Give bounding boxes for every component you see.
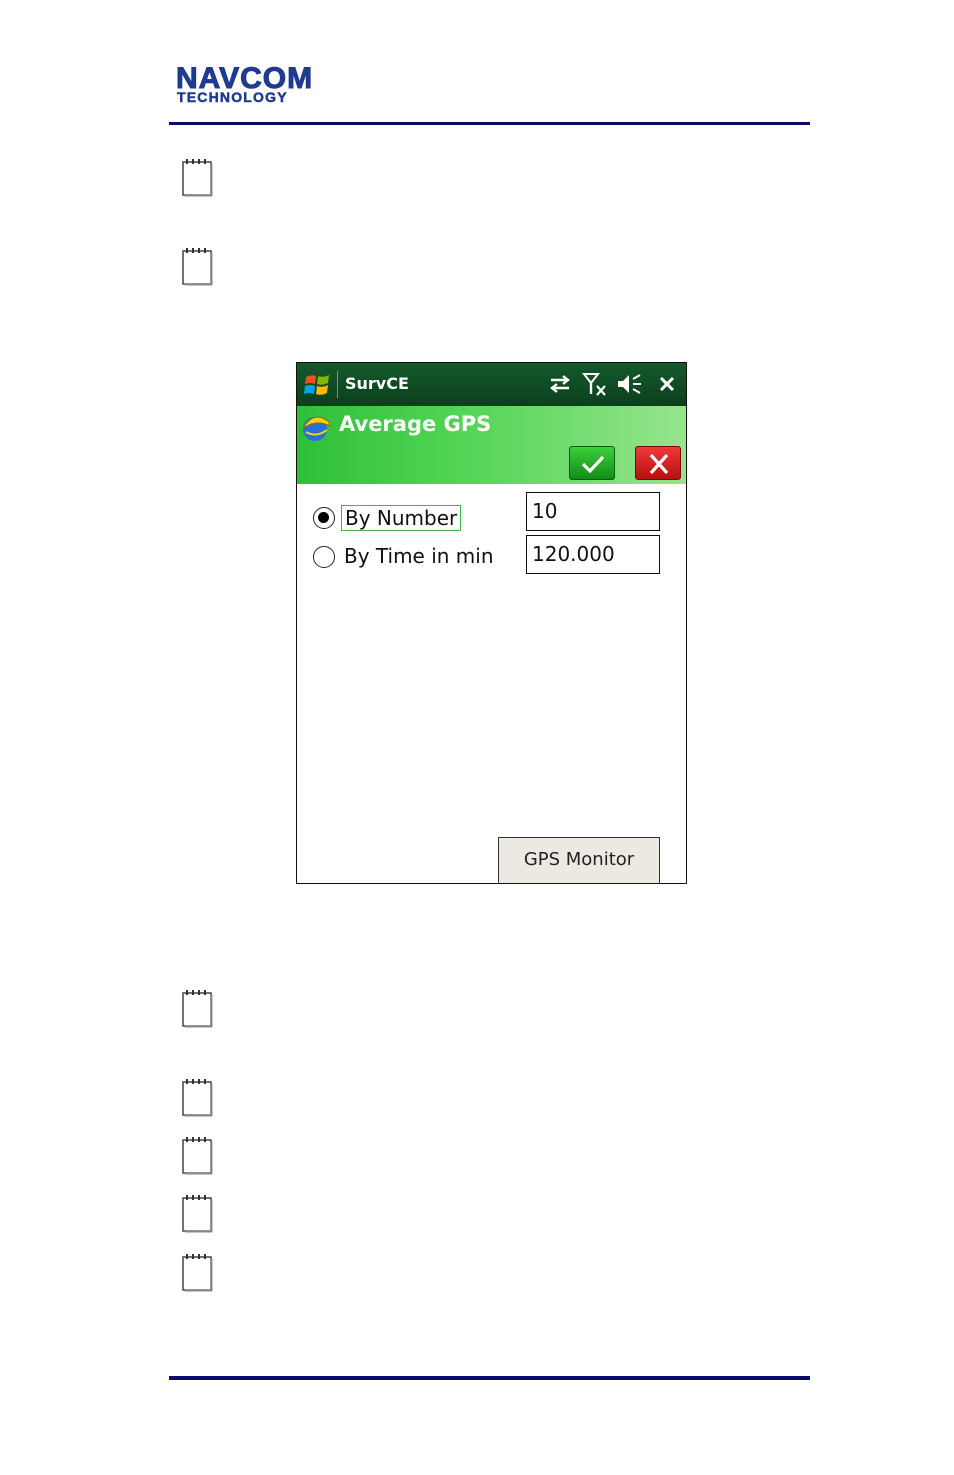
- close-icon[interactable]: [658, 375, 676, 393]
- number-field[interactable]: 10: [526, 492, 660, 531]
- windows-start-icon[interactable]: [303, 371, 333, 399]
- by-time-radio[interactable]: [313, 546, 335, 568]
- connectivity-icon[interactable]: [547, 372, 573, 396]
- speaker-muted-icon[interactable]: [616, 372, 642, 396]
- radio-selected-dot: [318, 512, 329, 523]
- checkmark-icon: [581, 455, 605, 474]
- no-signal-icon[interactable]: [582, 372, 610, 398]
- notepad-icon: [182, 1137, 213, 1175]
- logo-line2: TECHNOLOGY: [177, 89, 288, 105]
- by-time-label[interactable]: By Time in min: [341, 544, 497, 568]
- x-icon: [649, 454, 669, 474]
- notepad-icon: [182, 159, 213, 197]
- surveyor-helmet-icon: [303, 416, 331, 441]
- form-header: Average GPS: [297, 406, 686, 484]
- cancel-button[interactable]: [635, 446, 681, 480]
- ok-button[interactable]: [569, 446, 615, 480]
- navcom-logo: NAVCOM TECHNOLOGY: [175, 63, 362, 106]
- app-title: SurvCE: [345, 374, 409, 393]
- notepad-icon: [182, 1254, 213, 1292]
- status-divider: [337, 371, 338, 398]
- notepad-icon: [182, 1079, 213, 1117]
- device-screenshot: SurvCE Average GPS By Number By Time in …: [296, 362, 687, 884]
- form-title: Average GPS: [339, 412, 492, 436]
- gps-monitor-button[interactable]: GPS Monitor: [498, 837, 660, 883]
- by-number-radio[interactable]: [313, 507, 335, 529]
- notepad-icon: [182, 248, 213, 286]
- time-field[interactable]: 120.000: [526, 535, 660, 574]
- status-bar: SurvCE: [297, 363, 686, 406]
- footer-rule: [169, 1376, 810, 1380]
- notepad-icon: [182, 990, 213, 1028]
- by-number-label[interactable]: By Number: [341, 505, 462, 531]
- notepad-icon: [182, 1195, 213, 1233]
- header-rule: [169, 122, 810, 125]
